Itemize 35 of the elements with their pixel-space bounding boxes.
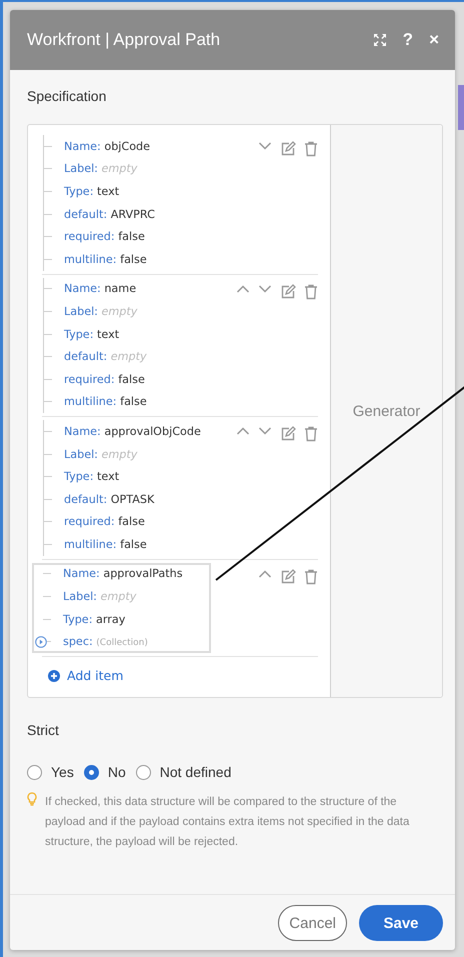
property-line: Label: empty [64,162,138,176]
property-line: default: ARVPRC [64,208,155,221]
property-line: Type: array [63,612,126,626]
window-title: Workfront | Approval Path [27,30,220,50]
radio-option[interactable]: Not defined [136,764,232,780]
radio-option[interactable]: Yes [27,764,74,780]
field-label: Strict [27,722,60,738]
generator-label: Generator [352,402,420,420]
property-line: Name: name [64,282,136,296]
help-button[interactable]: ? [402,30,414,50]
close-button[interactable]: × [429,30,439,50]
property-line: Type: text [64,470,120,484]
property-line: spec: (Collection) [63,635,148,648]
property-line: default: empty [64,350,147,364]
property-line: multiline: false [64,252,147,266]
property-line: multiline: false [64,395,147,408]
hint-text: If checked, this data structure will be compared to the structure of the payload and if the payload contains extra items not specified in the data structure, the payload will be rejected. [45,795,410,850]
property-line: multiline: false [64,538,147,551]
property-line: Label: empty [64,304,138,318]
radio-option[interactable]: No [84,764,126,780]
property-line: required: false [64,515,145,528]
property-line: Name: approvalObjCode [64,424,201,438]
property-line: Name: approvalPaths [63,567,183,580]
property-line: Name: objCode [64,140,150,153]
section-title: Specification [27,88,108,104]
property-line: Label: empty [64,448,138,461]
property-line: required: false [64,230,145,244]
save-button[interactable]: Save [359,905,443,941]
property-line: required: false [64,372,145,386]
cancel-button[interactable]: Cancel [278,905,347,941]
property-line: Type: text [64,184,120,198]
property-line: Label: empty [63,590,136,604]
property-line: Type: text [64,328,120,341]
add-item-button[interactable]: Add item [42,660,124,684]
property-line: default: OPTASK [64,492,154,506]
